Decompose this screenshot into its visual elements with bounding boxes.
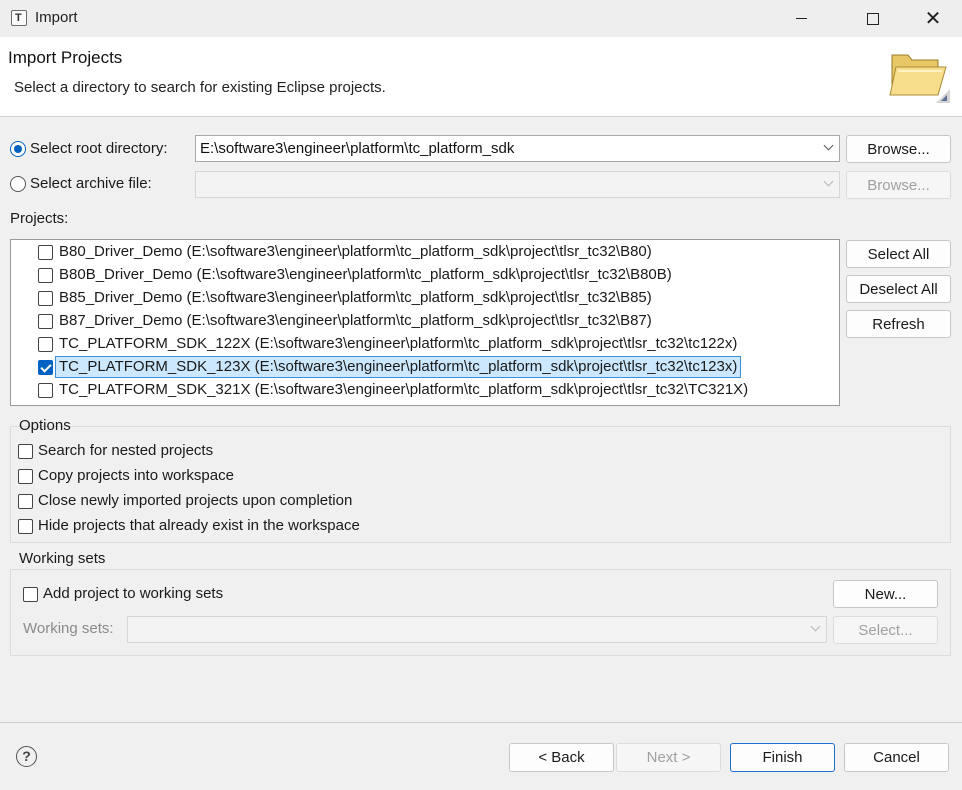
list-item-selected[interactable]: TC_PLATFORM_SDK_123X (E:\software3\engin… <box>11 356 839 379</box>
project-label: B85_Driver_Demo (E:\software3\engineer\p… <box>59 289 652 306</box>
deselect-all-button[interactable]: Deselect All <box>846 275 951 303</box>
list-item[interactable]: B87_Driver_Demo (E:\software3\engineer\p… <box>11 310 839 333</box>
option-label: Hide projects that already exist in the … <box>38 517 360 534</box>
select-all-button[interactable]: Select All <box>846 240 951 268</box>
chevron-down-icon[interactable] <box>824 179 833 188</box>
page-title: Import Projects <box>8 48 123 67</box>
option-label: Copy projects into workspace <box>38 467 234 484</box>
option-nested-projects[interactable]: Search for nested projects <box>18 441 518 463</box>
options-title: Options <box>19 417 71 434</box>
project-label: TC_PLATFORM_SDK_123X (E:\software3\engin… <box>55 356 742 378</box>
list-item[interactable]: TC_PLATFORM_SDK_122X (E:\software3\engin… <box>11 333 839 356</box>
working-sets-title: Working sets <box>19 550 106 567</box>
option-hide-existing[interactable]: Hide projects that already exist in the … <box>18 516 518 538</box>
option-copy-projects[interactable]: Copy projects into workspace <box>18 466 518 488</box>
refresh-button[interactable]: Refresh <box>846 310 951 338</box>
footer-divider <box>0 722 962 723</box>
option-close-imported[interactable]: Close newly imported projects upon compl… <box>18 491 518 513</box>
minimize-button[interactable] <box>778 0 824 37</box>
close-button[interactable]: ✕ <box>910 0 956 37</box>
finish-button[interactable]: Finish <box>730 743 835 772</box>
copy-projects-checkbox[interactable] <box>18 469 33 484</box>
chevron-down-icon[interactable] <box>811 624 820 633</box>
project-label: B80_Driver_Demo (E:\software3\engineer\p… <box>59 243 652 260</box>
list-item[interactable]: B80B_Driver_Demo (E:\software3\engineer\… <box>11 264 839 287</box>
list-item[interactable]: B80_Driver_Demo (E:\software3\engineer\p… <box>11 241 839 264</box>
add-to-working-sets[interactable]: Add project to working sets <box>23 584 423 606</box>
next-button[interactable]: Next > <box>616 743 721 772</box>
folder-import-icon <box>889 54 950 103</box>
project-checkbox[interactable] <box>38 337 53 352</box>
project-label: B87_Driver_Demo (E:\software3\engineer\p… <box>59 312 652 329</box>
header-banner: Import Projects Select a directory to se… <box>0 37 962 117</box>
close-imported-checkbox[interactable] <box>18 494 33 509</box>
list-item[interactable]: TC_PLATFORM_SDK_321X (E:\software3\engin… <box>11 379 839 402</box>
project-checkbox[interactable] <box>38 245 53 260</box>
archive-file-label: Select archive file: <box>30 175 152 192</box>
root-directory-combo[interactable]: E:\software3\engineer\platform\tc_platfo… <box>195 135 840 162</box>
app-icon: T <box>11 10 27 26</box>
project-checkbox[interactable] <box>38 268 53 283</box>
root-directory-radio[interactable] <box>10 141 26 157</box>
projects-list[interactable]: B80_Driver_Demo (E:\software3\engineer\p… <box>10 239 840 406</box>
browse-archive-button[interactable]: Browse... <box>846 171 951 199</box>
projects-label: Projects: <box>10 210 69 227</box>
archive-file-radio[interactable] <box>10 176 26 192</box>
browse-root-button[interactable]: Browse... <box>846 135 951 163</box>
root-directory-value: E:\software3\engineer\platform\tc_platfo… <box>200 140 515 157</box>
new-working-set-button[interactable]: New... <box>833 580 938 608</box>
option-label: Search for nested projects <box>38 442 214 459</box>
title-bar: T Import ✕ <box>0 0 962 37</box>
option-label: Close newly imported projects upon compl… <box>38 492 353 509</box>
hide-existing-checkbox[interactable] <box>18 519 33 534</box>
maximize-button[interactable] <box>850 0 896 37</box>
chevron-down-icon[interactable] <box>824 143 833 152</box>
archive-file-combo[interactable] <box>195 171 840 198</box>
nested-projects-checkbox[interactable] <box>18 444 33 459</box>
working-sets-label: Working sets: <box>23 620 114 637</box>
list-item[interactable]: B85_Driver_Demo (E:\software3\engineer\p… <box>11 287 839 310</box>
project-label: B80B_Driver_Demo (E:\software3\engineer\… <box>59 266 672 283</box>
add-to-working-sets-checkbox[interactable] <box>23 587 38 602</box>
back-button[interactable]: < Back <box>509 743 614 772</box>
project-checkbox[interactable] <box>38 291 53 306</box>
window-title: Import <box>35 9 78 26</box>
working-sets-combo[interactable] <box>127 616 827 643</box>
project-checkbox-checked[interactable] <box>38 360 53 375</box>
project-checkbox[interactable] <box>38 383 53 398</box>
add-to-working-sets-label: Add project to working sets <box>43 585 224 602</box>
project-label: TC_PLATFORM_SDK_321X (E:\software3\engin… <box>59 381 749 398</box>
help-icon[interactable]: ? <box>16 746 37 767</box>
project-label: TC_PLATFORM_SDK_122X (E:\software3\engin… <box>59 335 738 352</box>
page-description: Select a directory to search for existin… <box>14 79 386 96</box>
root-directory-label: Select root directory: <box>30 140 168 157</box>
select-working-sets-button[interactable]: Select... <box>833 616 938 644</box>
cancel-button[interactable]: Cancel <box>844 743 949 772</box>
project-checkbox[interactable] <box>38 314 53 329</box>
